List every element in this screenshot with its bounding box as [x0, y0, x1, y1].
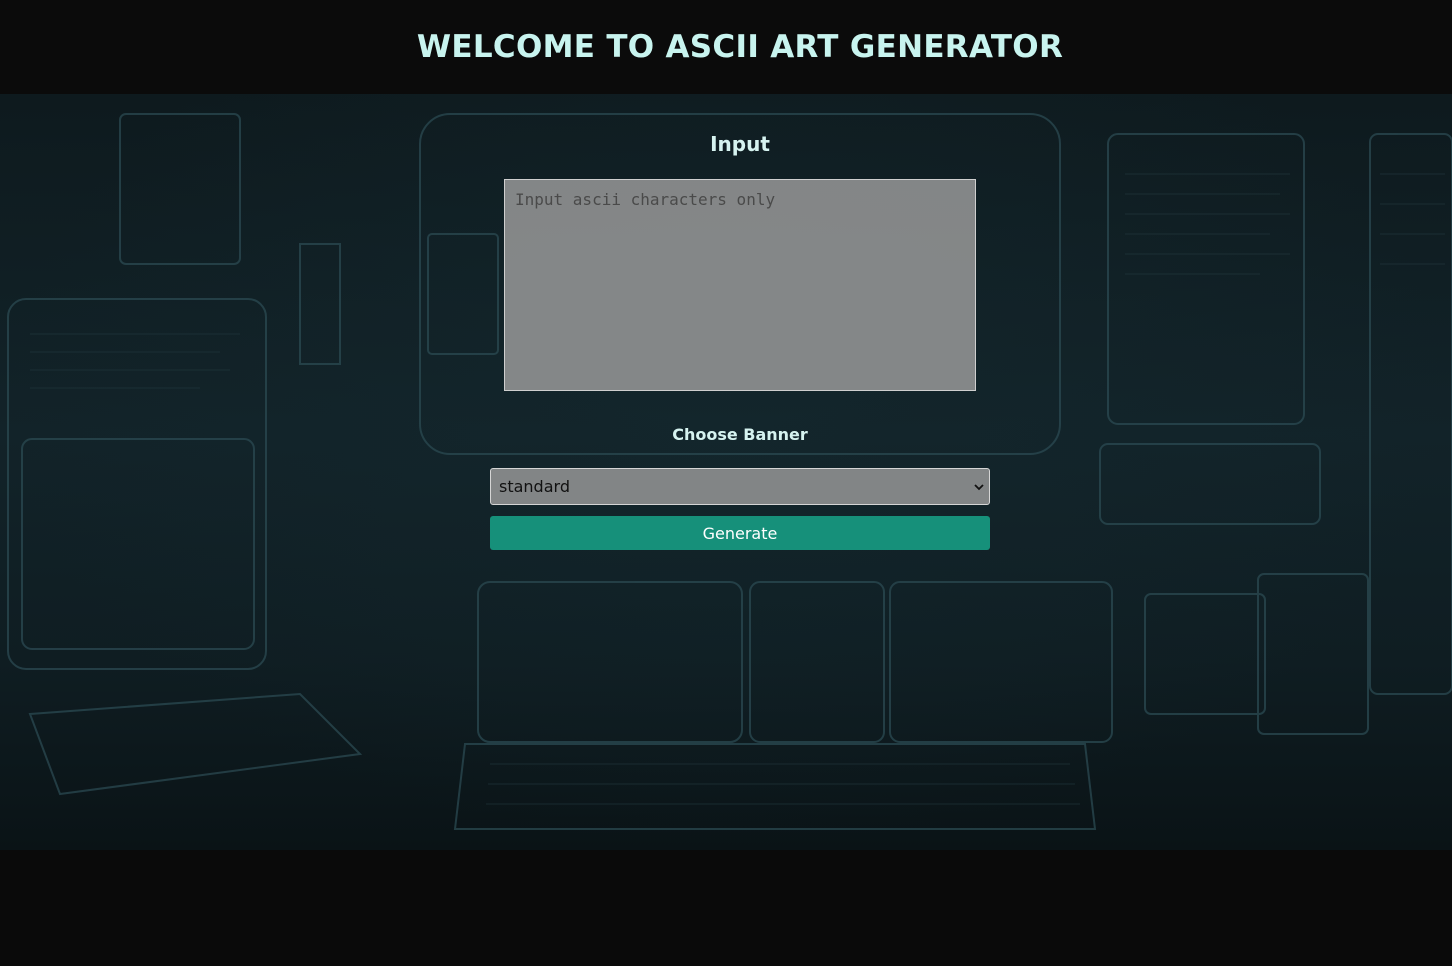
hero-section: Input Choose Banner standard Generate: [0, 94, 1452, 850]
chevron-down-icon: [974, 484, 984, 491]
generator-form: Input Choose Banner standard Generate: [0, 94, 1452, 850]
page-header: WELCOME TO ASCII ART GENERATOR: [0, 0, 1452, 94]
banner-select-value: standard: [499, 477, 570, 496]
page-title: WELCOME TO ASCII ART GENERATOR: [416, 29, 1064, 65]
banner-select[interactable]: standard: [490, 468, 990, 505]
page-footer: [0, 850, 1452, 966]
banner-label: Choose Banner: [672, 425, 808, 444]
ascii-input-textarea[interactable]: [504, 179, 976, 391]
input-label: Input: [710, 132, 770, 156]
generate-button[interactable]: Generate: [490, 516, 990, 550]
